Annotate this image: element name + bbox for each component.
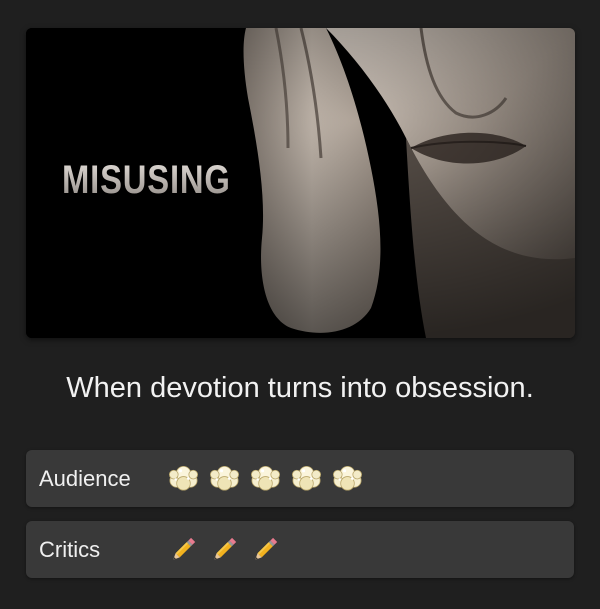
poster-title: MISUSING — [62, 158, 231, 202]
popcorn-icon — [207, 461, 242, 496]
audience-label: Audience — [39, 466, 131, 491]
movie-poster[interactable]: MISUSING — [26, 28, 575, 338]
critics-label: Critics — [39, 537, 101, 562]
tagline: When devotion turns into obsession. — [66, 372, 534, 404]
popcorn-icon — [248, 461, 283, 496]
critics-icons — [166, 521, 283, 578]
popcorn-icon — [289, 461, 324, 496]
audience-rating-row: Audience — [26, 450, 574, 507]
popcorn-icon — [166, 461, 201, 496]
audience-icons — [166, 450, 365, 507]
critics-rating-row: Critics — [26, 521, 574, 578]
pencil-icon — [166, 532, 201, 567]
pencil-icon — [248, 532, 283, 567]
pencil-icon — [207, 532, 242, 567]
popcorn-icon — [330, 461, 365, 496]
